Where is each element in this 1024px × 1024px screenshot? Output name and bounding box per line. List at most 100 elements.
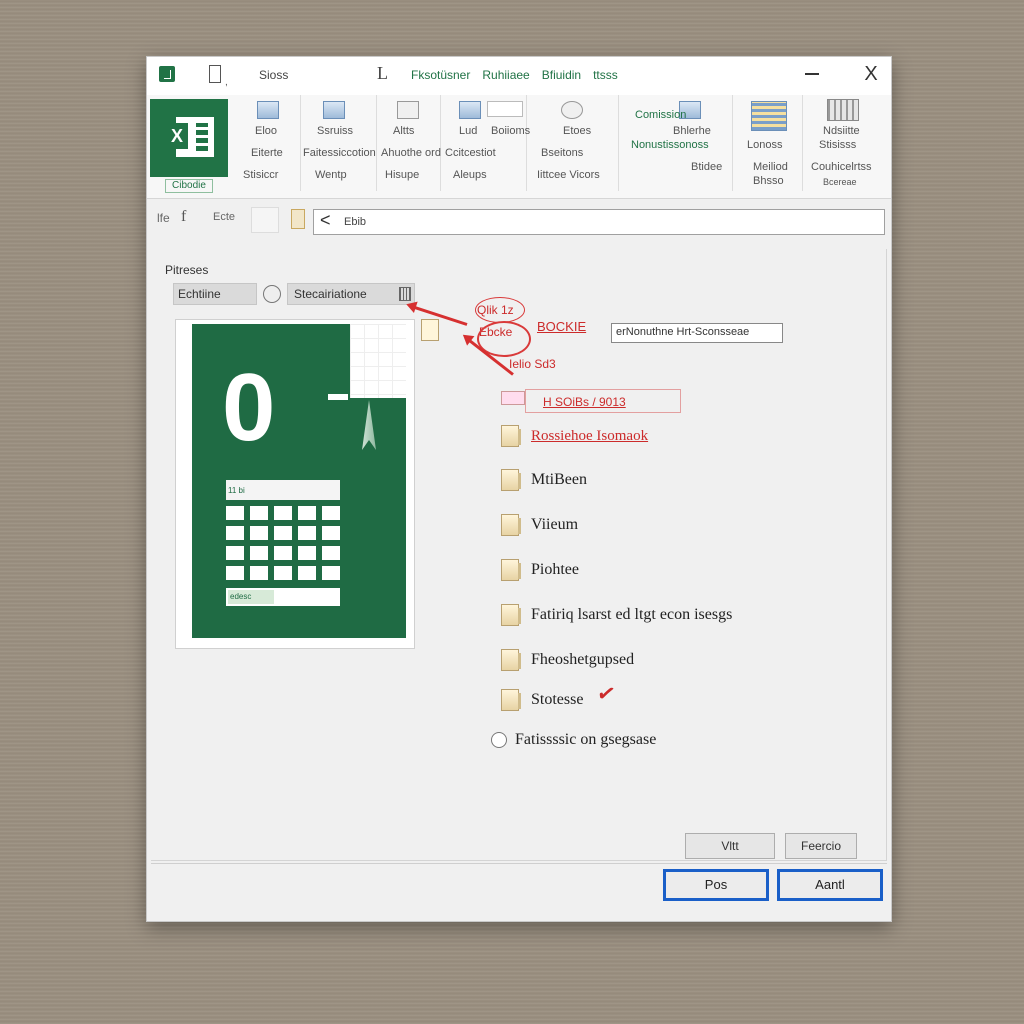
option-item-7[interactable]: Stotesse xyxy=(501,689,583,711)
ribbon-group-3: Altts Ahuothe ord Hisupe xyxy=(377,95,441,191)
ribbon-label-3b[interactable]: Ahuothe ord xyxy=(381,147,441,159)
formula-button[interactable] xyxy=(251,207,279,233)
option-item-5[interactable]: Fatiriq lsarst ed ltgt econ isesgs xyxy=(501,604,732,626)
footer-right-button[interactable]: Aantl xyxy=(777,869,883,901)
title-save-label[interactable]: Sioss xyxy=(259,68,288,82)
ribbon-label-2b[interactable]: Faitessiccotion xyxy=(303,147,376,159)
ribbon-label-5b[interactable]: Bseitons xyxy=(541,147,583,159)
ribbon-icon-5[interactable] xyxy=(561,101,583,119)
ribbon-group-4: Lud Boiioms Ccitcestiot Aleups xyxy=(441,95,530,191)
ribbon-label-6d[interactable]: Bhlerhe xyxy=(673,125,711,137)
annotation-doc-icon xyxy=(421,319,439,341)
tab-globe-icon[interactable] xyxy=(263,285,281,303)
title-tab-4[interactable]: ttsss xyxy=(593,68,618,82)
pane-title: Pitreses xyxy=(165,263,209,277)
address-input[interactable]: < Ebib xyxy=(313,209,885,235)
document-mark: , xyxy=(225,77,228,88)
ribbon-icon-7[interactable] xyxy=(751,101,787,131)
preview-thumbnail[interactable]: 0 11 bi edesc xyxy=(175,319,415,649)
ribbon-label-8a[interactable]: Ndsiitte xyxy=(823,125,860,137)
footer-left-button[interactable]: Pos xyxy=(663,869,769,901)
ribbon-label-1a[interactable]: Eloo xyxy=(255,125,277,137)
option-label: Rossiehoe Isomaok xyxy=(531,427,649,444)
ribbon-label-5c: Iittcee Vicors xyxy=(537,169,600,181)
preview-dash xyxy=(328,394,348,400)
option-label: Fheoshetgupsed xyxy=(531,651,635,668)
ribbon-label-1b[interactable]: Eiterte xyxy=(251,147,283,159)
ribbon-label-1c: Stisiccr xyxy=(243,169,279,181)
ribbon-label-4c: Aleups xyxy=(453,169,487,181)
ribbon-label-2c: Wentp xyxy=(315,169,347,181)
close-button[interactable]: X xyxy=(857,61,885,89)
title-tab-3[interactable]: Bfiuidin xyxy=(542,68,581,82)
option-item-2[interactable]: MtiBeen xyxy=(501,469,587,491)
excel-app-icon[interactable] xyxy=(159,66,175,82)
ribbon-icon-1[interactable] xyxy=(257,101,279,119)
tab-2[interactable]: Stecairiatione xyxy=(287,283,415,305)
logo-x: X xyxy=(166,123,188,149)
back-icon[interactable]: < xyxy=(320,210,331,231)
ribbon-group-6: Comission Bhlerhe Nonustissonoss Btidee xyxy=(619,95,733,191)
checkmark-icon: ✓ xyxy=(594,679,618,708)
formula-left-label: lfe xyxy=(157,211,170,225)
radio-button[interactable] xyxy=(491,732,507,748)
document-icon xyxy=(501,425,521,447)
annotation-mid-text: H SOiBs / 9013 xyxy=(543,395,626,409)
footer-divider xyxy=(151,863,887,864)
title-tab-1[interactable]: Fksotüsner xyxy=(411,68,470,82)
ribbon-label-7b[interactable]: Meiliod xyxy=(753,161,788,173)
tab-1[interactable]: Echtiine xyxy=(173,283,257,305)
option-item-4[interactable]: Piohtee xyxy=(501,559,579,581)
ribbon-label-6a[interactable]: Comission xyxy=(635,109,686,121)
option-name-input[interactable]: erNonuthne Hrt-Sconsseae xyxy=(611,323,783,343)
ribbon-icon-3[interactable] xyxy=(397,101,419,119)
ribbon-label-6c: Btidee xyxy=(691,161,723,173)
formula-name-label: Ecte xyxy=(213,211,236,223)
ribbon-label-4a[interactable]: Lud xyxy=(459,125,477,137)
preview-grid-row xyxy=(226,506,340,520)
ribbon: X Cibodie Eloo Eiterte Stisiccr Ssruiss … xyxy=(147,95,891,199)
title-l-label: L xyxy=(377,63,388,83)
preview-grid-row xyxy=(226,526,340,540)
logo-label[interactable]: Cibodie xyxy=(165,179,213,193)
ribbon-label-7a[interactable]: Lonoss xyxy=(747,139,782,151)
annotation-mid-label: Ielio Sd3 xyxy=(509,357,556,371)
document-icon xyxy=(501,559,521,581)
excel-logo-icon[interactable]: X xyxy=(150,99,228,177)
ribbon-label-8b[interactable]: Stisisss xyxy=(819,139,856,151)
option-label: Fatissssic on gsegsase xyxy=(515,731,657,748)
mid-right-button[interactable]: Feercio xyxy=(785,833,857,859)
ribbon-label-3a[interactable]: Altts xyxy=(393,125,414,137)
document-icon xyxy=(501,689,521,711)
formula-bar: lfe f Ecte < Ebib xyxy=(147,203,891,241)
annotation-mid-icon xyxy=(501,391,525,405)
option-item-8[interactable]: Fatissssic on gsegsase xyxy=(491,731,656,749)
title-tab-2[interactable]: Ruhiiaee xyxy=(482,68,529,82)
ribbon-label-5a[interactable]: Etoes xyxy=(563,125,591,137)
option-label: Fatiriq lsarst ed ltgt econ isesgs xyxy=(531,606,733,623)
ribbon-box-4[interactable] xyxy=(487,101,523,117)
ribbon-label-2a[interactable]: Ssruiss xyxy=(317,125,353,137)
ribbon-group-1: Eloo Eiterte Stisiccr xyxy=(233,95,301,191)
preview-grid-row xyxy=(226,546,340,560)
ribbon-label-4b[interactable]: Ccitcestiot xyxy=(445,147,496,159)
dialog-window: , Sioss L Fksotüsner Ruhiiaee Bfiuidin t… xyxy=(146,56,892,922)
function-icon[interactable]: f xyxy=(181,208,186,226)
preview-foot-label: edesc xyxy=(228,590,274,604)
minimize-button[interactable] xyxy=(799,59,829,89)
ribbon-icon-4[interactable] xyxy=(459,101,481,119)
ribbon-icon-8[interactable] xyxy=(827,99,859,121)
preview-head-label: 11 bi xyxy=(228,486,245,495)
document-icon[interactable] xyxy=(209,65,221,83)
title-bar: , Sioss L Fksotüsner Ruhiiaee Bfiuidin t… xyxy=(147,57,891,95)
ribbon-group-7: Lonoss Meiliod Bhsso xyxy=(733,95,803,191)
ribbon-icon-2[interactable] xyxy=(323,101,345,119)
formula-doc-icon[interactable] xyxy=(291,209,305,229)
ribbon-label-6b[interactable]: Nonustissonoss xyxy=(631,139,709,151)
option-item-6[interactable]: Fheoshetgupsed xyxy=(501,649,634,671)
ribbon-label-7c: Bhsso xyxy=(753,175,784,187)
mid-left-button[interactable]: Vltt xyxy=(685,833,775,859)
ribbon-label-4d[interactable]: Boiioms xyxy=(491,125,530,137)
option-item-1[interactable]: Rossiehoe Isomaok xyxy=(501,425,648,447)
option-item-3[interactable]: Viieum xyxy=(501,514,578,536)
